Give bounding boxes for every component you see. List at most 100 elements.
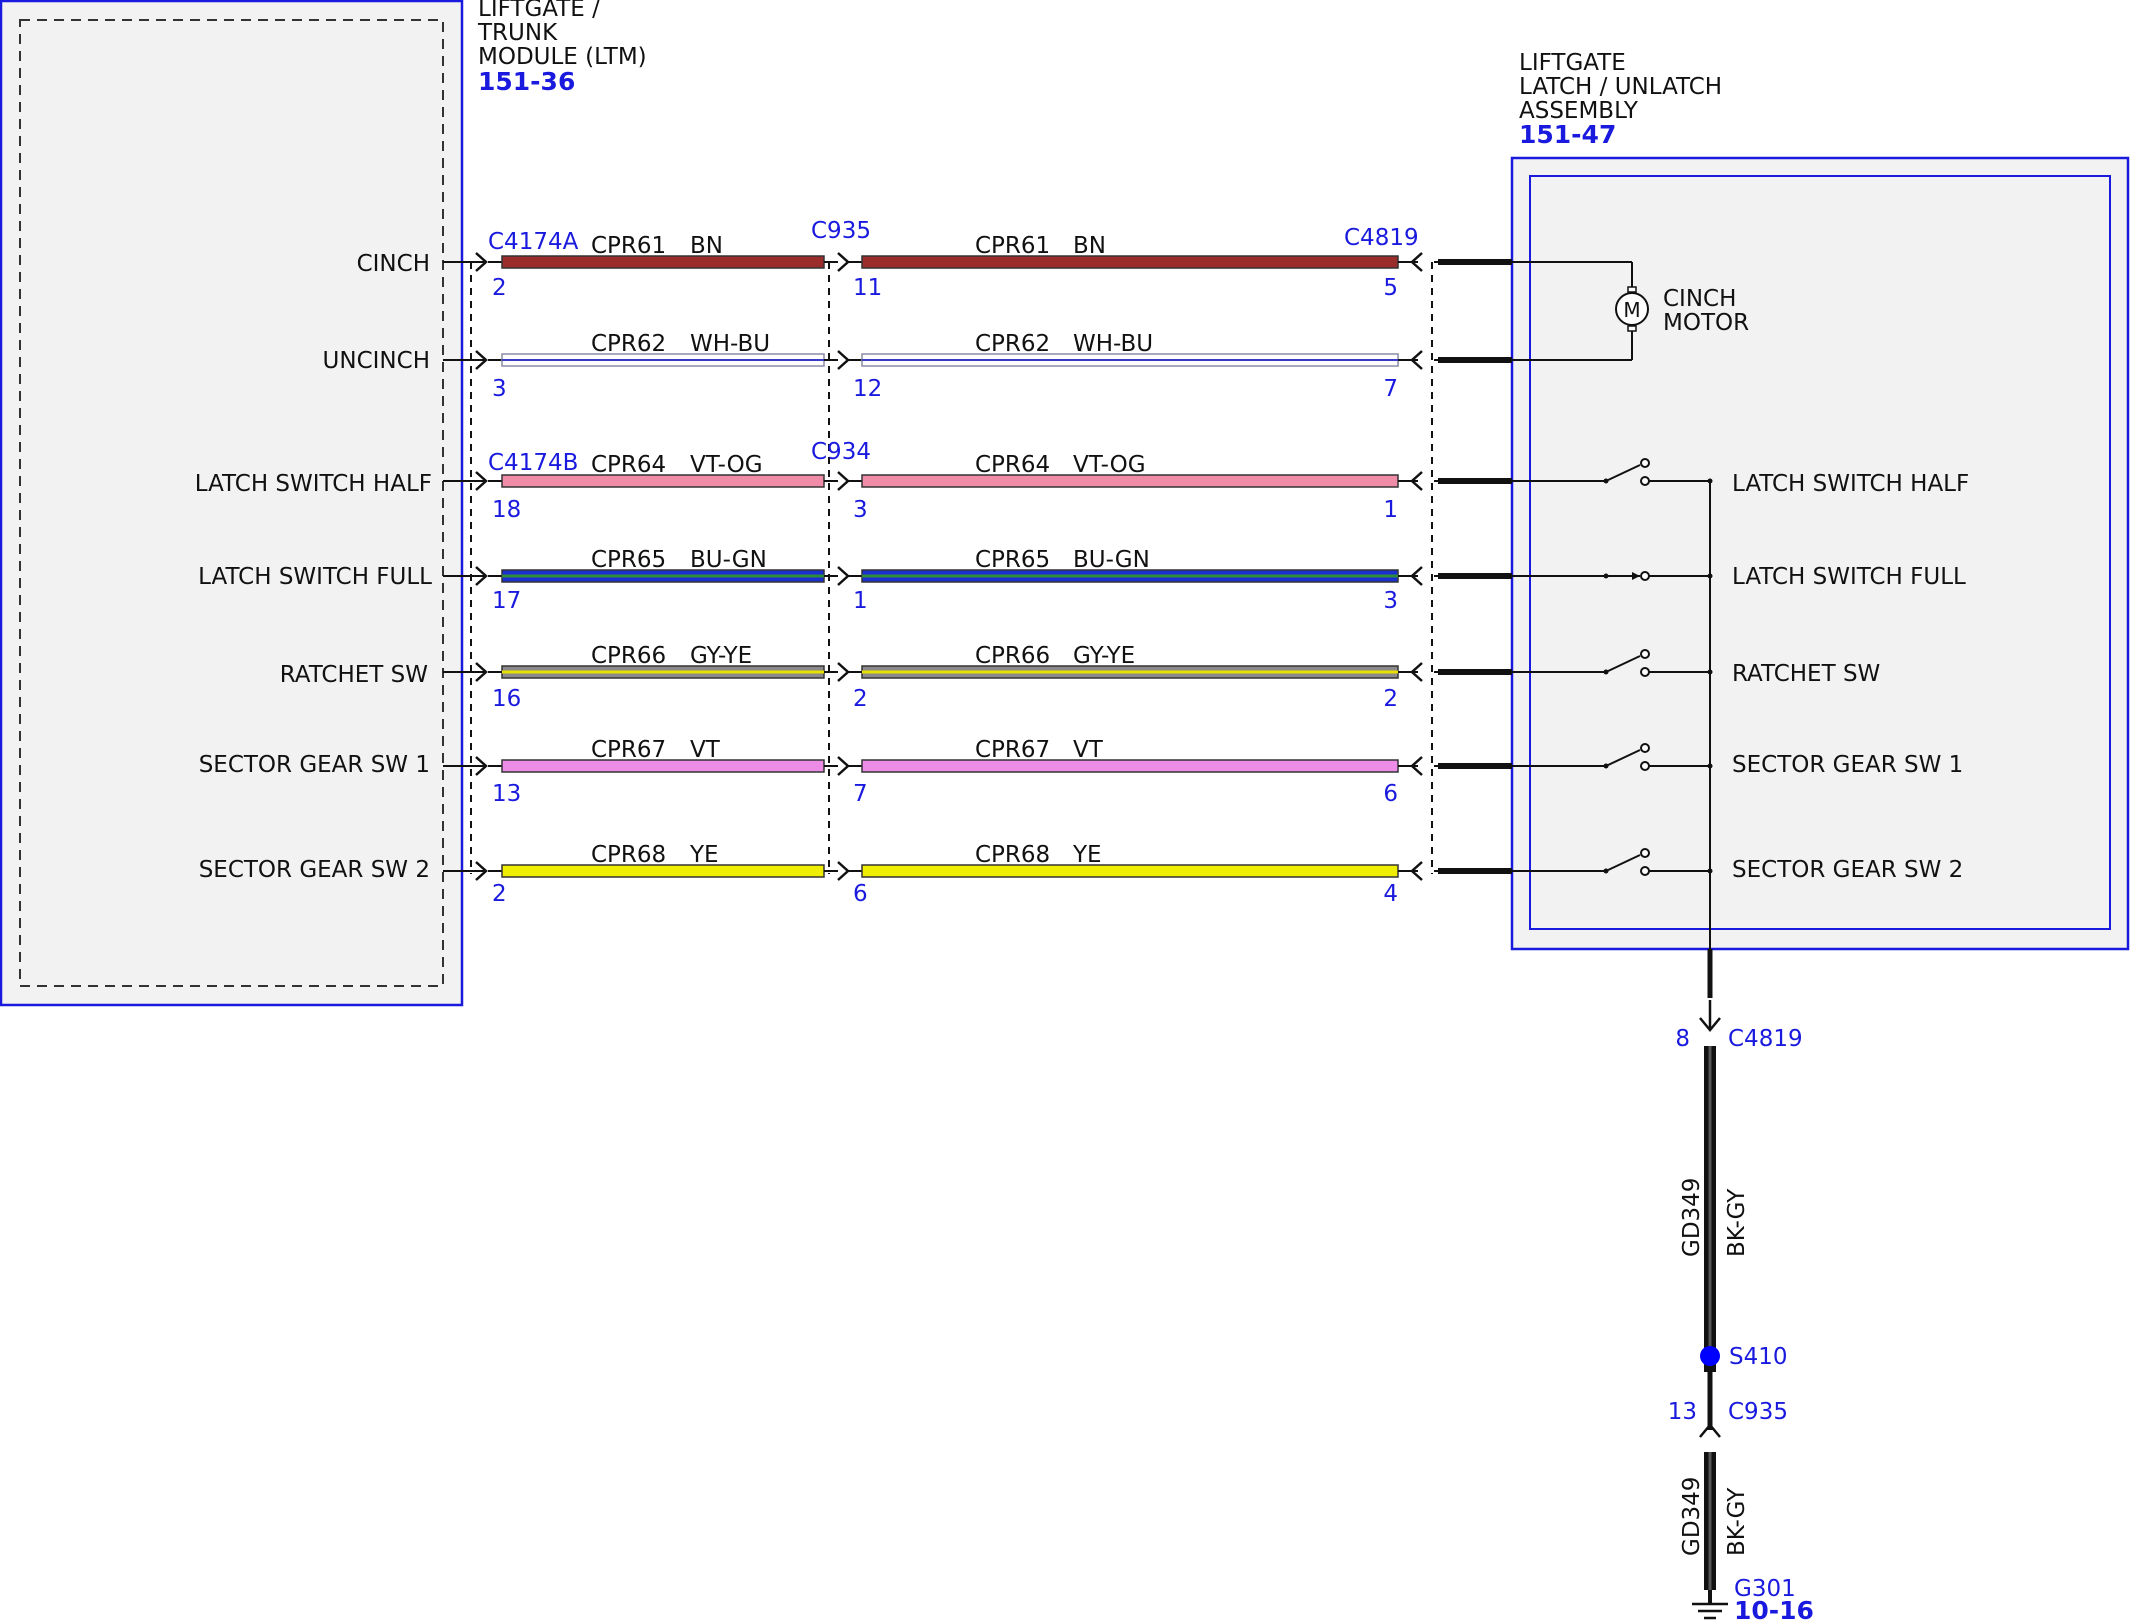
ltm-pin-ratchet: RATCHET SW — [280, 662, 428, 688]
pin-number-latch: 6 — [1383, 781, 1398, 807]
ground-symbol-icon — [1692, 1602, 1728, 1620]
connector-label-c934[interactable]: C934 — [811, 439, 871, 465]
ground-wire1-color: BK-GY — [1724, 1188, 1750, 1257]
latch-title-2: LATCH / UNLATCH — [1519, 74, 1722, 100]
wire-circuit-label: CPR68 — [975, 842, 1050, 868]
ltm-module: LIFTGATE / TRUNK MODULE (LTM) 151-36 CIN… — [0, 0, 647, 1007]
connector-label-c4174a[interactable]: C4174A — [488, 229, 579, 255]
connector-arrow-icon — [837, 662, 850, 682]
latch-assembly-border — [1510, 156, 2130, 951]
wire-circuit-label: CPR66 — [591, 643, 666, 669]
ground-pin-c4819: 8 — [1675, 1026, 1690, 1052]
wire-color-label: GY-YE — [1073, 643, 1135, 669]
switch-label-latch-half: LATCH SWITCH HALF — [1732, 471, 1969, 497]
connector-label-c4174b[interactable]: C4174B — [488, 450, 578, 476]
wire-row: CPR62 WH-BU CPR62 WH-BU 3 12 7 — [443, 331, 1512, 402]
wire-circuit-label: CPR62 — [975, 331, 1050, 357]
wire-circuit-label: CPR61 — [975, 233, 1050, 259]
pin-number-inline: 3 — [853, 497, 868, 523]
wire-circuit-label: CPR64 — [975, 452, 1050, 478]
pin-number-ltm: 18 — [492, 497, 521, 523]
pin-number-latch: 1 — [1383, 497, 1398, 523]
pin-number-inline: 12 — [853, 376, 882, 402]
wire-circuit-label: CPR62 — [591, 331, 666, 357]
wire-segment[interactable] — [861, 759, 1399, 773]
ltm-title-1: LIFTGATE / — [478, 0, 600, 22]
wire-circuit-label: CPR65 — [591, 547, 666, 573]
wire-segment[interactable] — [861, 255, 1399, 269]
ltm-title-2: TRUNK — [477, 20, 558, 46]
pin-number-latch: 3 — [1383, 588, 1398, 614]
ltm-module-border — [0, 0, 464, 1007]
wiring-diagram: LIFTGATE / TRUNK MODULE (LTM) 151-36 CIN… — [0, 0, 2130, 1622]
connector-arrow-icon — [837, 252, 850, 272]
ground-conn-c4819[interactable]: C4819 — [1728, 1026, 1803, 1052]
ground-conn-c935[interactable]: C935 — [1728, 1399, 1788, 1425]
pin-number-inline: 6 — [853, 881, 868, 907]
ground-pin-c935: 13 — [1668, 1399, 1697, 1425]
pin-number-ltm: 17 — [492, 588, 521, 614]
pin-number-latch: 2 — [1383, 686, 1398, 712]
pin-number-ltm: 16 — [492, 686, 521, 712]
wire-color-label: WH-BU — [690, 331, 770, 357]
wire-circuit-label: CPR68 — [591, 842, 666, 868]
connector-arrow-icon — [837, 471, 850, 491]
wire-circuit-label: CPR67 — [975, 737, 1050, 763]
switch-label-sector-1: SECTOR GEAR SW 1 — [1732, 752, 1963, 778]
pin-number-inline: 11 — [853, 275, 882, 301]
wire-color-label: YE — [1072, 842, 1102, 868]
connector-arrow-icon — [837, 350, 850, 370]
wire-color-label: VT-OG — [690, 452, 763, 478]
wire-color-label: BU-GN — [1073, 547, 1150, 573]
motor-label-1: CINCH — [1663, 286, 1736, 312]
wire-color-label: BN — [1073, 233, 1106, 259]
latch-assembly: LIFTGATE LATCH / UNLATCH ASSEMBLY 151-47… — [1510, 50, 2130, 958]
ltm-ref[interactable]: 151-36 — [478, 67, 575, 96]
wire-color-label: BU-GN — [690, 547, 767, 573]
ltm-pin-latch-full: LATCH SWITCH FULL — [198, 564, 432, 590]
ltm-pin-uncinch: UNCINCH — [323, 348, 430, 374]
latch-title-1: LIFTGATE — [1519, 50, 1626, 76]
wire-circuit-label: CPR65 — [975, 547, 1050, 573]
ltm-pin-sector-1: SECTOR GEAR SW 1 — [199, 752, 430, 778]
motor-symbol: M — [1623, 298, 1640, 322]
connector-arrow-icon — [837, 861, 850, 881]
ground-connector-c935-icon — [1699, 1423, 1721, 1438]
motor-label-2: MOTOR — [1663, 310, 1749, 336]
ground-wire1-circuit: GD349 — [1679, 1178, 1705, 1257]
wire-segment[interactable] — [861, 864, 1399, 878]
wire-color-label: BN — [690, 233, 723, 259]
pin-number-inline: 1 — [853, 588, 868, 614]
switch-label-sector-2: SECTOR GEAR SW 2 — [1732, 857, 1963, 883]
ltm-pin-latch-half: LATCH SWITCH HALF — [195, 471, 432, 497]
connector-arrow-icon — [837, 756, 850, 776]
wire-color-label: WH-BU — [1073, 331, 1153, 357]
ground-wire2-circuit: GD349 — [1679, 1477, 1705, 1556]
wire-circuit-label: CPR64 — [591, 452, 666, 478]
switch-label-latch-full: LATCH SWITCH FULL — [1732, 564, 1966, 590]
wire-color-label: VT — [1073, 737, 1104, 763]
pin-number-ltm: 3 — [492, 376, 507, 402]
pin-number-inline: 7 — [853, 781, 868, 807]
splice-label[interactable]: S410 — [1729, 1344, 1788, 1370]
latch-ref[interactable]: 151-47 — [1519, 120, 1616, 149]
wire-color-label: YE — [689, 842, 719, 868]
ltm-pin-sector-2: SECTOR GEAR SW 2 — [199, 857, 430, 883]
pin-number-ltm: 2 — [492, 275, 507, 301]
connector-label-c935[interactable]: C935 — [811, 218, 871, 244]
connector-arrow-icon — [837, 566, 850, 586]
pin-number-latch: 4 — [1383, 881, 1398, 907]
wire-color-label: GY-YE — [690, 643, 752, 669]
wire-circuit-label: CPR61 — [591, 233, 666, 259]
wire-color-label: VT-OG — [1073, 452, 1146, 478]
pin-number-inline: 2 — [853, 686, 868, 712]
ltm-pin-cinch: CINCH — [357, 251, 430, 277]
pin-number-ltm: 2 — [492, 881, 507, 907]
wire-circuit-label: CPR67 — [591, 737, 666, 763]
wire-circuit-label: CPR66 — [975, 643, 1050, 669]
ground-ref[interactable]: 10-16 — [1734, 1596, 1814, 1622]
pin-number-latch: 7 — [1383, 376, 1398, 402]
switch-label-ratchet: RATCHET SW — [1732, 661, 1880, 687]
ground-wire2-color: BK-GY — [1724, 1487, 1750, 1556]
connector-label-c4819[interactable]: C4819 — [1344, 225, 1419, 251]
